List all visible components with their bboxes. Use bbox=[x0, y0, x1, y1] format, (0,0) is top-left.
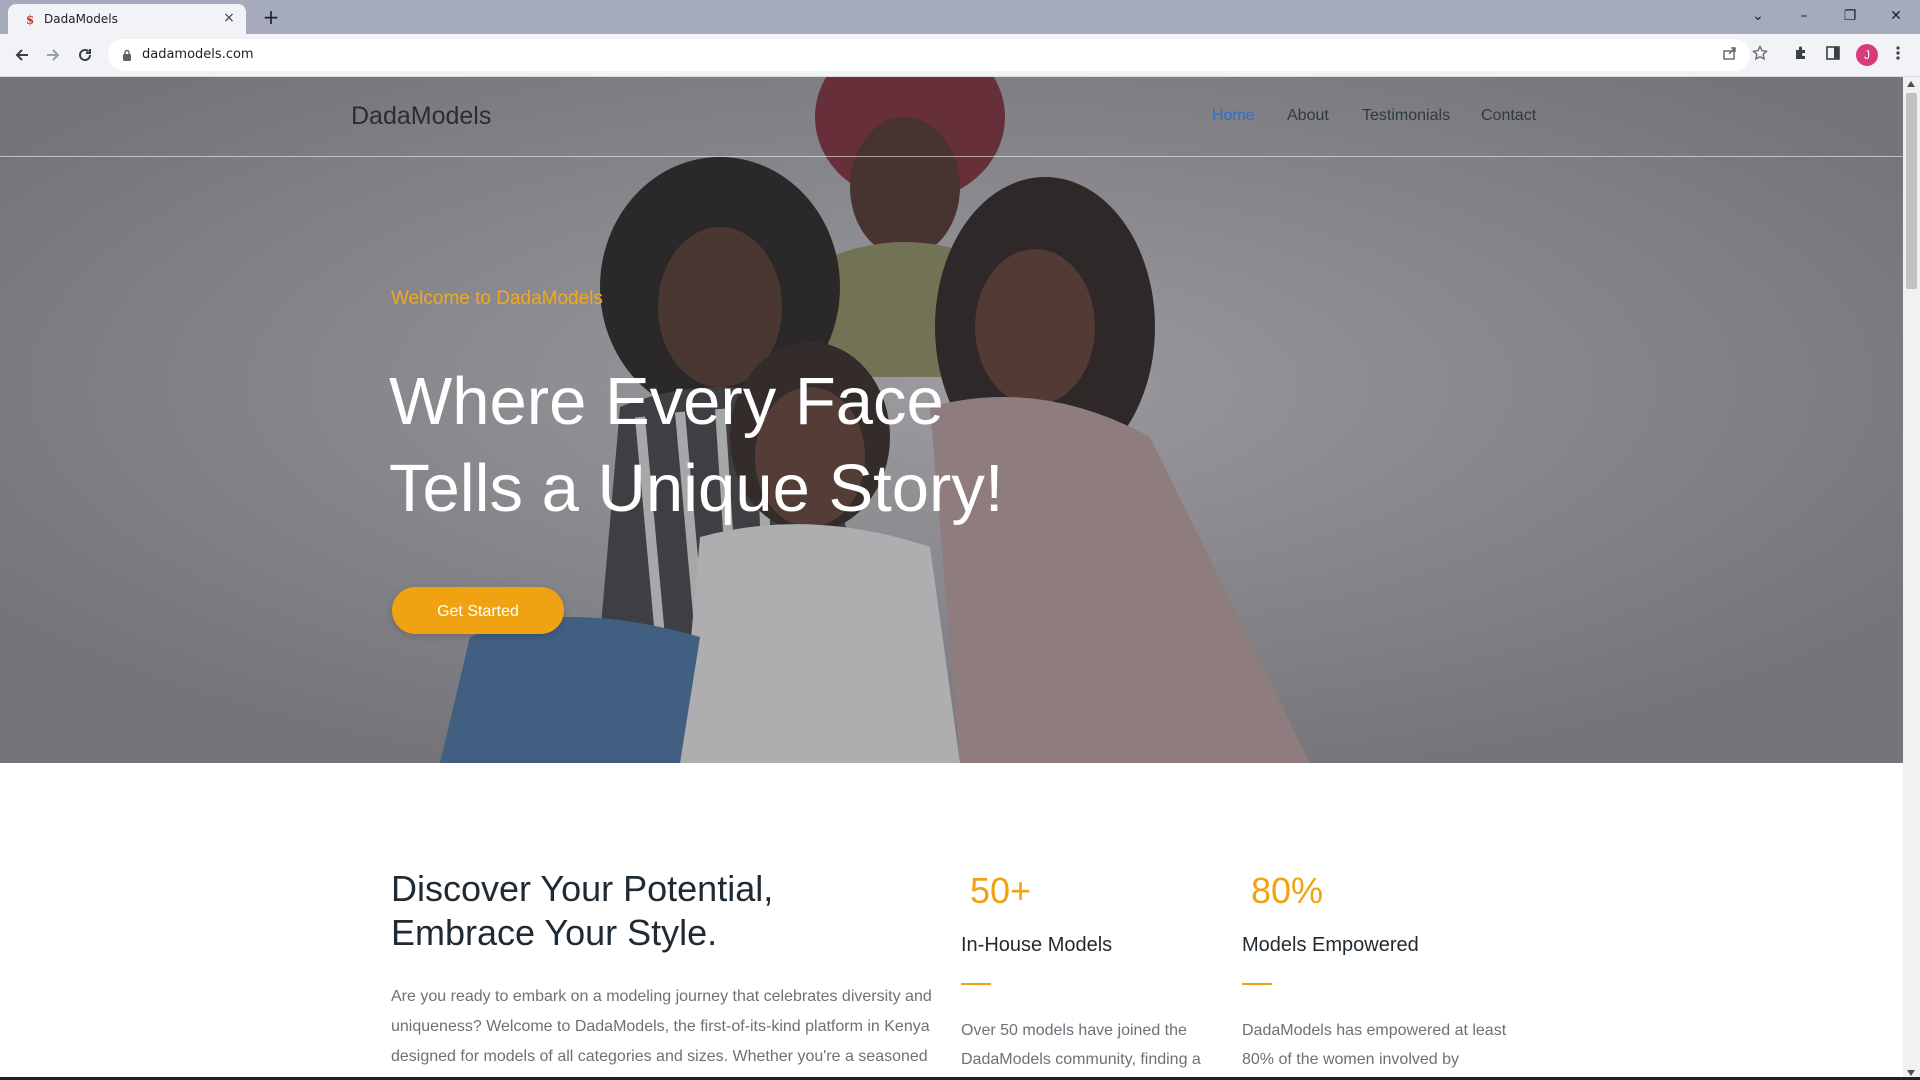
browser-tab-strip: $ DadaModels × + ⌄ – ❐ ✕ bbox=[0, 0, 1920, 34]
window-close-button[interactable]: ✕ bbox=[1878, 3, 1914, 29]
site-logo[interactable]: DadaModels bbox=[351, 102, 491, 131]
hero-section: DadaModels Home About Testimonials Conta… bbox=[0, 77, 1903, 763]
site-favicon-icon: $ bbox=[25, 13, 35, 27]
nav-link-contact[interactable]: Contact bbox=[1481, 107, 1536, 125]
stat-label: In-House Models bbox=[961, 934, 1113, 956]
lock-icon bbox=[122, 48, 132, 61]
nav-link-about[interactable]: About bbox=[1287, 107, 1329, 125]
forward-arrow-icon[interactable] bbox=[41, 43, 65, 67]
nav-link-testimonials[interactable]: Testimonials bbox=[1362, 107, 1450, 125]
tab-close-icon[interactable]: × bbox=[220, 9, 238, 27]
page-scrollbar[interactable] bbox=[1903, 77, 1920, 1080]
scroll-up-arrow-icon[interactable] bbox=[1907, 81, 1915, 87]
restore-button[interactable]: ❐ bbox=[1832, 3, 1868, 29]
puzzle-icon[interactable] bbox=[1791, 45, 1811, 65]
site-header: DadaModels Home About Testimonials Conta… bbox=[0, 77, 1903, 157]
section-heading-line-1: Discover Your Potential, bbox=[391, 868, 774, 909]
stat-label: Models Empowered bbox=[1242, 934, 1419, 956]
section-body-text: Are you ready to embark on a modeling jo… bbox=[391, 988, 932, 1065]
tab-title: DadaModels bbox=[44, 12, 118, 26]
nav-link-home[interactable]: Home bbox=[1212, 107, 1255, 125]
browser-toolbar: dadamodels.com J bbox=[0, 34, 1920, 77]
hero-eyebrow: Welcome to DadaModels bbox=[391, 288, 603, 309]
section-heading-line-2: Embrace Your Style. bbox=[391, 912, 718, 953]
browser-tab[interactable]: $ DadaModels × bbox=[8, 4, 246, 34]
reload-icon[interactable] bbox=[73, 43, 97, 67]
address-bar[interactable]: dadamodels.com bbox=[108, 39, 1768, 71]
hero-title-line-1: Where Every Face bbox=[389, 364, 944, 439]
stat-number: 80% bbox=[1251, 870, 1324, 911]
stat-description: DadaModels has empowered at least 80% of… bbox=[1242, 1022, 1507, 1068]
page-viewport: DadaModels Home About Testimonials Conta… bbox=[0, 77, 1903, 1080]
get-started-button[interactable]: Get Started bbox=[392, 587, 564, 634]
share-icon[interactable] bbox=[1720, 45, 1740, 65]
stat-description: Over 50 models have joined the DadaModel… bbox=[961, 1022, 1201, 1068]
url-text: dadamodels.com bbox=[142, 47, 254, 62]
stat-divider bbox=[1242, 983, 1272, 985]
tab-search-icon[interactable]: ⌄ bbox=[1740, 3, 1776, 29]
back-arrow-icon[interactable] bbox=[10, 43, 34, 67]
stat-number: 50+ bbox=[970, 870, 1032, 911]
kebab-menu-icon[interactable] bbox=[1888, 45, 1908, 65]
side-panel-icon[interactable] bbox=[1823, 45, 1843, 65]
profile-avatar[interactable]: J bbox=[1856, 44, 1878, 66]
scroll-down-arrow-icon[interactable] bbox=[1907, 1070, 1915, 1076]
stat-divider bbox=[961, 983, 991, 985]
minimize-button[interactable]: – bbox=[1786, 3, 1822, 29]
section-heading: Discover Your Potential, Embrace Your St… bbox=[391, 867, 951, 955]
hero-title: Where Every Face Tells a Unique Story! bbox=[389, 358, 1189, 532]
new-tab-button[interactable]: + bbox=[259, 5, 283, 29]
scrollbar-thumb[interactable] bbox=[1906, 93, 1917, 289]
star-icon[interactable] bbox=[1750, 44, 1770, 65]
hero-title-line-2: Tells a Unique Story! bbox=[389, 451, 1004, 526]
